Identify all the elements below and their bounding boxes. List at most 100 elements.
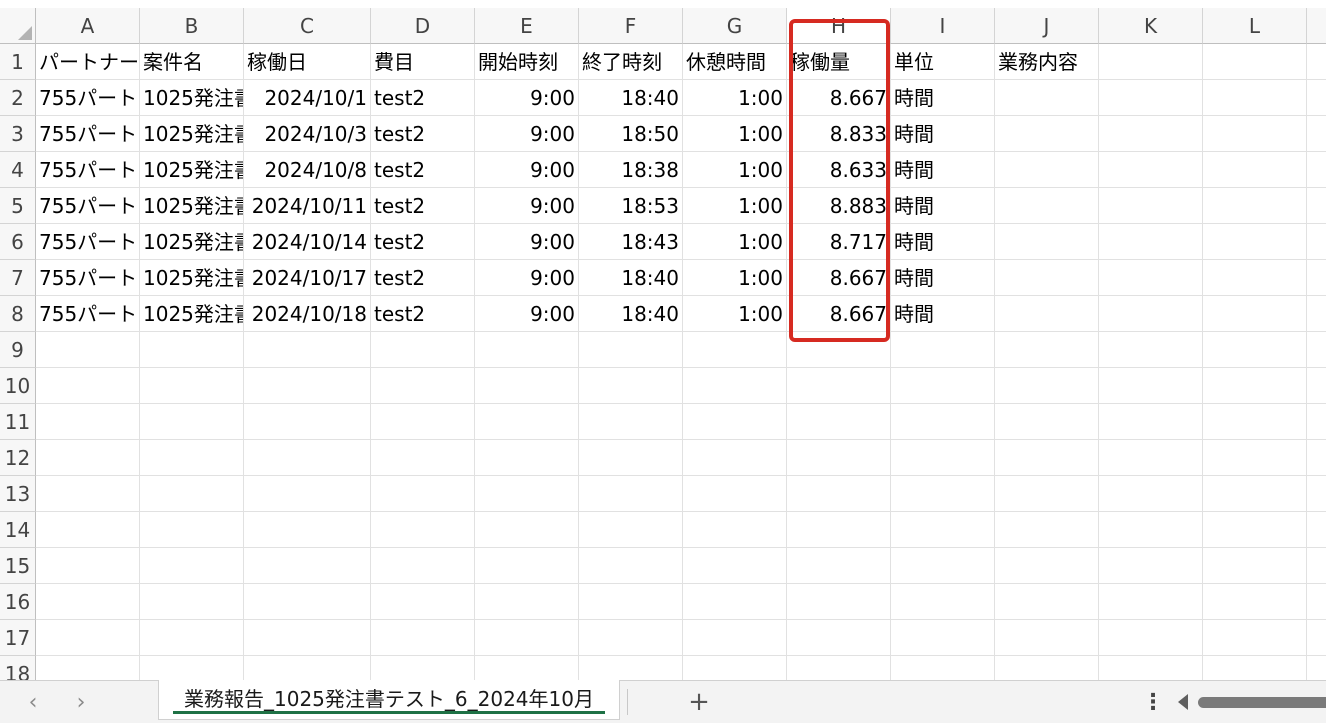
cell-g2[interactable]: 1:00 [683, 80, 787, 116]
cell-a13[interactable] [36, 476, 140, 512]
cell-d11[interactable] [371, 404, 475, 440]
row-header-10[interactable]: 10 [0, 368, 36, 404]
column-header-j[interactable]: J [995, 8, 1099, 44]
cell-c5[interactable]: 2024/10/11 [244, 188, 371, 224]
cell-e17[interactable] [475, 620, 579, 656]
cell-c14[interactable] [244, 512, 371, 548]
cell-l15[interactable] [1203, 548, 1307, 584]
cell-m9[interactable] [1307, 332, 1326, 368]
cell-b4[interactable]: 1025発注書 [140, 152, 244, 188]
cell-a16[interactable] [36, 584, 140, 620]
row-header-12[interactable]: 12 [0, 440, 36, 476]
cell-f16[interactable] [579, 584, 683, 620]
row-header-7[interactable]: 7 [0, 260, 36, 296]
cell-k15[interactable] [1099, 548, 1203, 584]
cell-l16[interactable] [1203, 584, 1307, 620]
cell-j9[interactable] [995, 332, 1099, 368]
cell-h8[interactable]: 8.667 [787, 296, 891, 332]
cell-a17[interactable] [36, 620, 140, 656]
cell-m3[interactable] [1307, 116, 1326, 152]
cell-j13[interactable] [995, 476, 1099, 512]
cell-g6[interactable]: 1:00 [683, 224, 787, 260]
cell-f9[interactable] [579, 332, 683, 368]
cell-i11[interactable] [891, 404, 995, 440]
cell-i14[interactable] [891, 512, 995, 548]
cell-f1[interactable]: 終了時刻 [579, 44, 683, 80]
cell-f8[interactable]: 18:40 [579, 296, 683, 332]
cell-a12[interactable] [36, 440, 140, 476]
cell-c7[interactable]: 2024/10/17 [244, 260, 371, 296]
cell-h9[interactable] [787, 332, 891, 368]
cell-d1[interactable]: 費目 [371, 44, 475, 80]
cell-j8[interactable] [995, 296, 1099, 332]
column-header-c[interactable]: C [244, 8, 371, 44]
cell-d3[interactable]: test2 [371, 116, 475, 152]
cell-j2[interactable] [995, 80, 1099, 116]
cell-j16[interactable] [995, 584, 1099, 620]
column-header-k[interactable]: K [1099, 8, 1203, 44]
cell-d15[interactable] [371, 548, 475, 584]
cell-b7[interactable]: 1025発注書 [140, 260, 244, 296]
cell-d10[interactable] [371, 368, 475, 404]
cell-b6[interactable]: 1025発注書 [140, 224, 244, 260]
cell-m14[interactable] [1307, 512, 1326, 548]
cell-h2[interactable]: 8.667 [787, 80, 891, 116]
cell-a2[interactable]: 755パートナー [36, 80, 140, 116]
cell-m13[interactable] [1307, 476, 1326, 512]
cell-d6[interactable]: test2 [371, 224, 475, 260]
column-header-f[interactable]: F [579, 8, 683, 44]
cell-l1[interactable] [1203, 44, 1307, 80]
cell-m11[interactable] [1307, 404, 1326, 440]
cell-b10[interactable] [140, 368, 244, 404]
cell-i13[interactable] [891, 476, 995, 512]
cell-a18[interactable] [36, 656, 140, 680]
cell-g14[interactable] [683, 512, 787, 548]
cell-m6[interactable] [1307, 224, 1326, 260]
cell-e1[interactable]: 開始時刻 [475, 44, 579, 80]
cell-f12[interactable] [579, 440, 683, 476]
cell-e15[interactable] [475, 548, 579, 584]
cell-m16[interactable] [1307, 584, 1326, 620]
cell-d2[interactable]: test2 [371, 80, 475, 116]
column-header-a[interactable]: A [36, 8, 140, 44]
cell-m15[interactable] [1307, 548, 1326, 584]
cell-i4[interactable]: 時間 [891, 152, 995, 188]
cell-j11[interactable] [995, 404, 1099, 440]
cell-j5[interactable] [995, 188, 1099, 224]
cell-f10[interactable] [579, 368, 683, 404]
cell-a1[interactable]: パートナー名 [36, 44, 140, 80]
cell-b9[interactable] [140, 332, 244, 368]
cell-f2[interactable]: 18:40 [579, 80, 683, 116]
cell-h15[interactable] [787, 548, 891, 584]
row-header-3[interactable]: 3 [0, 116, 36, 152]
cell-a9[interactable] [36, 332, 140, 368]
cell-d13[interactable] [371, 476, 475, 512]
cell-j14[interactable] [995, 512, 1099, 548]
cell-d5[interactable]: test2 [371, 188, 475, 224]
cell-b11[interactable] [140, 404, 244, 440]
cell-i8[interactable]: 時間 [891, 296, 995, 332]
cell-h11[interactable] [787, 404, 891, 440]
cell-c10[interactable] [244, 368, 371, 404]
more-options-icon[interactable]: ⋮ [1142, 689, 1164, 717]
cell-k17[interactable] [1099, 620, 1203, 656]
cell-e7[interactable]: 9:00 [475, 260, 579, 296]
active-sheet-tab[interactable]: 業務報告_1025発注書テスト_6_2024年10月 [158, 680, 620, 720]
cell-g4[interactable]: 1:00 [683, 152, 787, 188]
cell-c17[interactable] [244, 620, 371, 656]
column-header-e[interactable]: E [475, 8, 579, 44]
cell-k11[interactable] [1099, 404, 1203, 440]
cell-i17[interactable] [891, 620, 995, 656]
cell-c9[interactable] [244, 332, 371, 368]
cell-f11[interactable] [579, 404, 683, 440]
cell-b15[interactable] [140, 548, 244, 584]
prev-sheet-arrow-icon[interactable]: ‹ [18, 689, 48, 717]
cell-e16[interactable] [475, 584, 579, 620]
cell-k14[interactable] [1099, 512, 1203, 548]
cell-a15[interactable] [36, 548, 140, 584]
cell-a14[interactable] [36, 512, 140, 548]
cell-h3[interactable]: 8.833 [787, 116, 891, 152]
cell-e13[interactable] [475, 476, 579, 512]
cell-b13[interactable] [140, 476, 244, 512]
cell-m4[interactable] [1307, 152, 1326, 188]
